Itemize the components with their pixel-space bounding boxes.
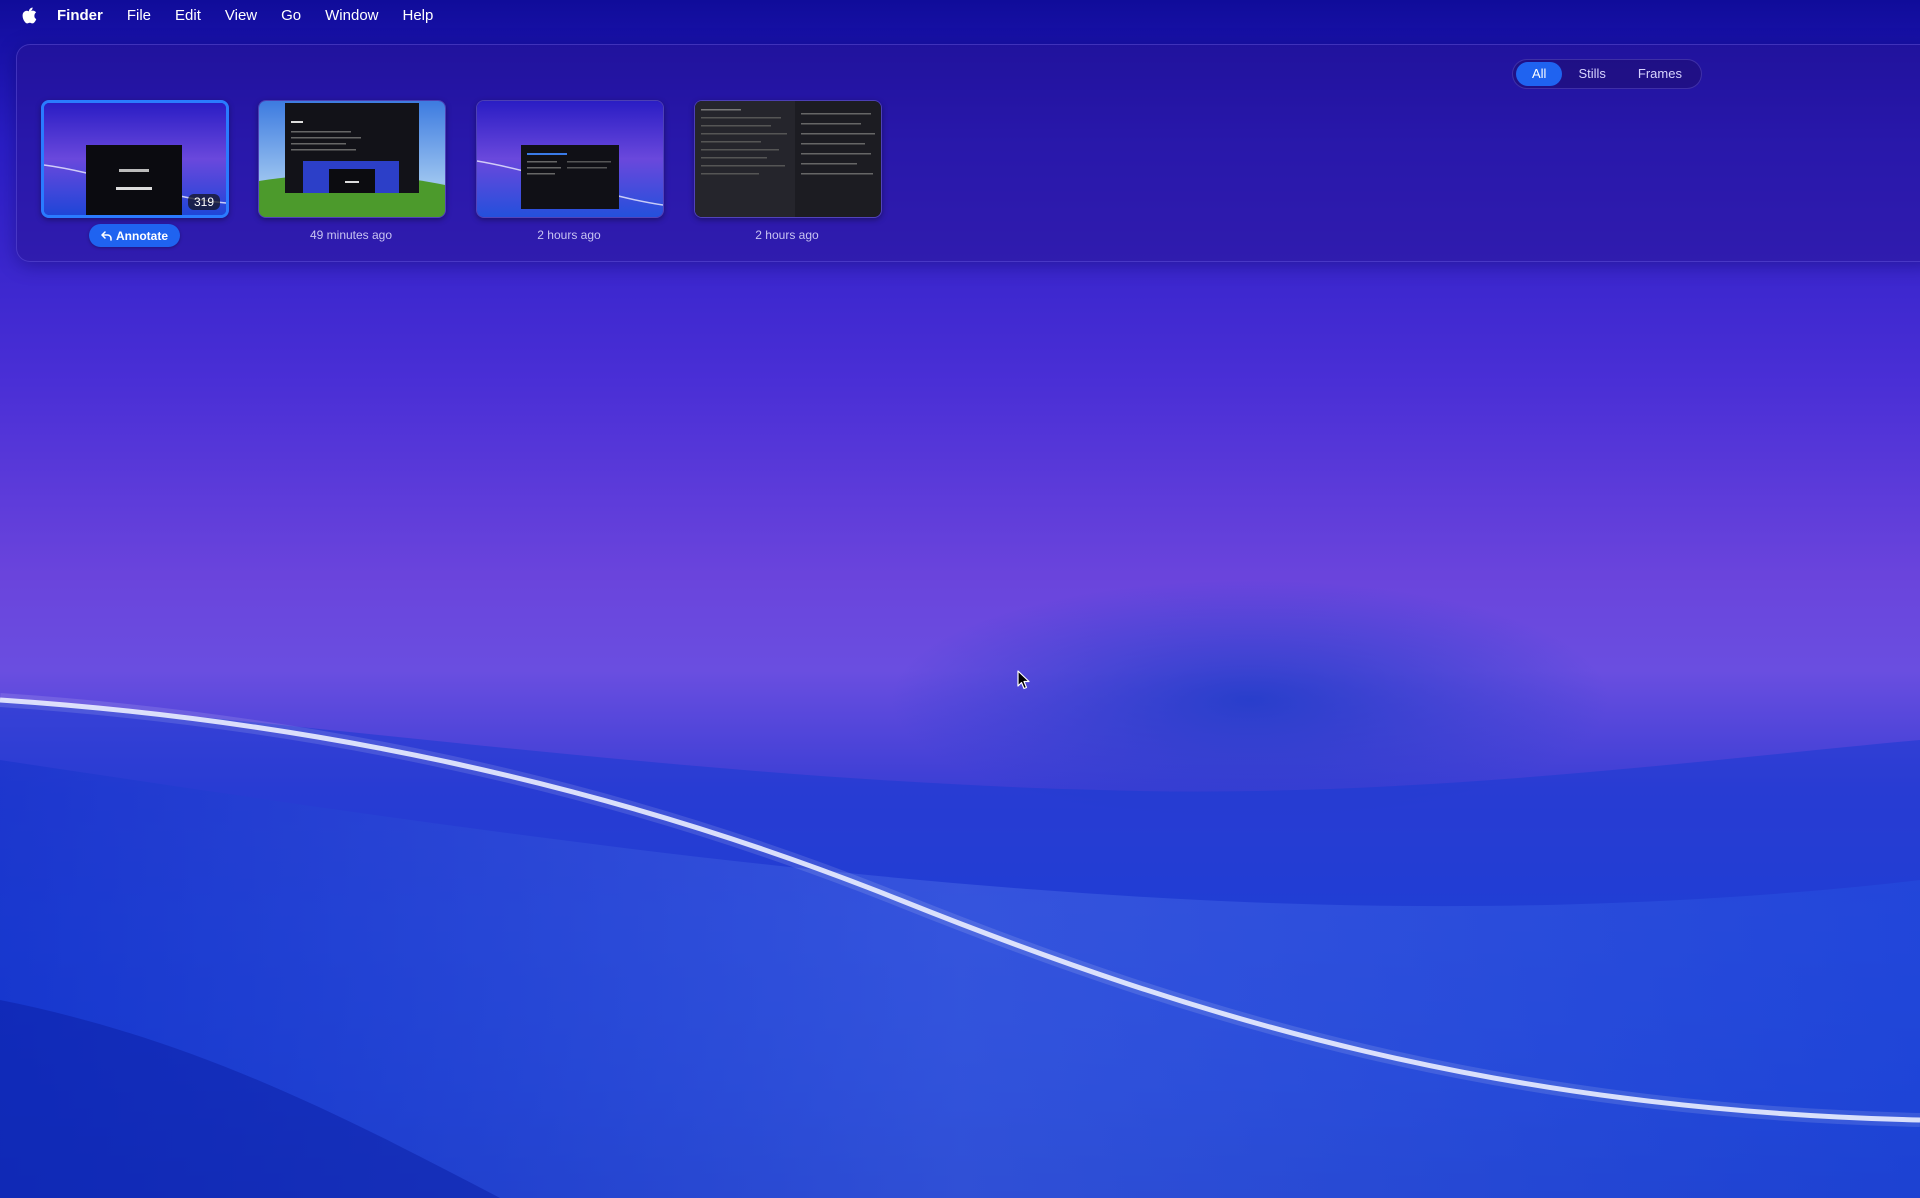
thumbnail-2-caption: 49 minutes ago [309,228,393,242]
apple-logo-icon[interactable] [20,5,38,25]
filter-segmented-control: All Stills Frames [1512,59,1702,89]
thumbnail-3-caption: 2 hours ago [537,228,601,242]
filter-stills[interactable]: Stills [1562,62,1621,86]
thumbnail-1[interactable]: 319 [41,100,229,218]
thumbnail-2[interactable] [258,100,446,218]
menu-window[interactable]: Window [325,7,378,24]
annotate-label: Annotate [116,228,168,243]
thumbnail-image [695,101,881,217]
thumbnail-3[interactable] [476,100,664,218]
thumbnail-image [259,101,445,217]
menu-finder[interactable]: Finder [57,7,103,24]
thumbnail-image [477,101,663,217]
filter-frames[interactable]: Frames [1622,62,1698,86]
menu-help[interactable]: Help [403,7,434,24]
thumbnail-4[interactable] [694,100,882,218]
annotate-button[interactable]: Annotate [89,224,180,247]
menu-view[interactable]: View [225,7,257,24]
menu-file[interactable]: File [127,7,151,24]
thumbnail-4-caption: 2 hours ago [755,228,819,242]
frame-count-badge: 319 [187,194,220,210]
menu-edit[interactable]: Edit [175,7,201,24]
menu-bar: Finder File Edit View Go Window Help [0,0,1920,30]
mouse-pointer-icon [1017,670,1031,695]
reply-arrow-icon [101,230,112,241]
filter-all[interactable]: All [1516,62,1563,86]
menu-go[interactable]: Go [281,7,301,24]
